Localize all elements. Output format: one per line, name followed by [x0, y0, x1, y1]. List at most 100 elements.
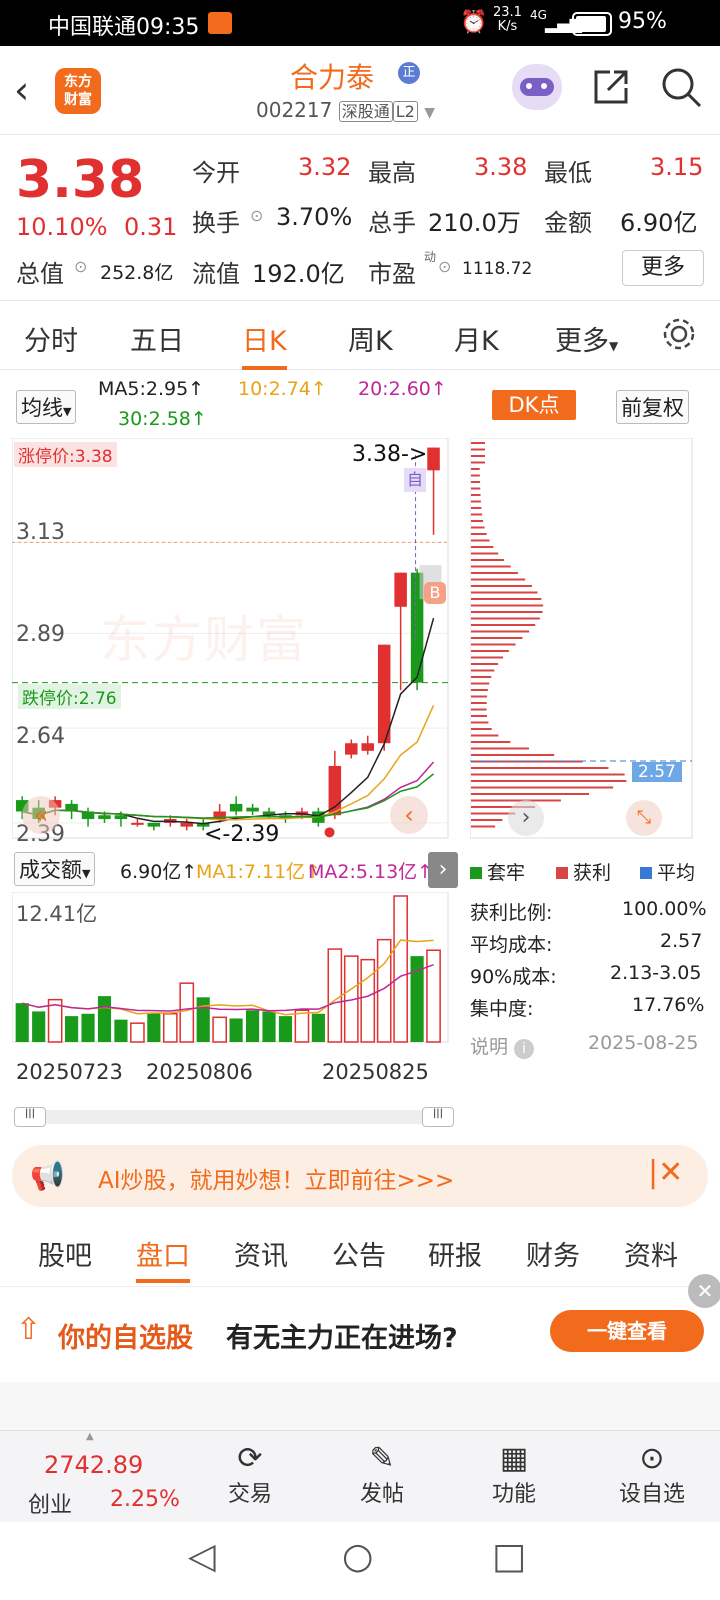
- tab-quotes[interactable]: 盘口: [136, 1234, 190, 1283]
- cost-bar: [471, 552, 499, 555]
- last-price: 3.38: [16, 150, 145, 210]
- scroll-left-icon[interactable]: «: [22, 796, 60, 834]
- volume-bar: [97, 996, 112, 1042]
- tab-announcements[interactable]: 公告: [332, 1234, 386, 1273]
- expand-arrow-icon[interactable]: ›: [428, 852, 458, 888]
- ma-selector[interactable]: 均线▼: [16, 390, 77, 424]
- tab-daily-k[interactable]: 日K: [242, 319, 287, 370]
- tab-more[interactable]: 更多▼: [555, 319, 618, 358]
- tab-news[interactable]: 资讯: [234, 1234, 288, 1273]
- official-badge-icon: 正: [398, 62, 420, 84]
- volume-bar: [179, 982, 195, 1043]
- volume-bar: [114, 1019, 128, 1042]
- tab-weekly-k[interactable]: 周K: [348, 319, 393, 358]
- vol-ma2: MA2:5.13亿↑: [308, 861, 434, 883]
- prev-chevron-icon[interactable]: ‹: [390, 796, 428, 834]
- detail-tabs: 股吧 盘口 资讯 公告 研报 财务 资料: [0, 1222, 720, 1287]
- share-icon[interactable]: [590, 66, 632, 108]
- cost-bar: [471, 585, 532, 587]
- stock-name: 合力泰: [290, 61, 375, 94]
- tab-five-day[interactable]: 五日: [130, 319, 184, 358]
- profit-ratio-value: 100.00%: [622, 898, 707, 920]
- legend-trapped: 套牢: [470, 858, 525, 885]
- nav-trade[interactable]: ⟳ 交易: [222, 1441, 278, 1508]
- back-triangle-icon[interactable]: ◁: [188, 1536, 216, 1577]
- volume-value: 210.0万: [428, 209, 521, 237]
- avg-cost-tag: 2.57: [632, 762, 682, 782]
- ai-robot-icon[interactable]: [512, 64, 562, 110]
- cost-bar: [471, 591, 538, 594]
- explain-link[interactable]: 说明 i: [470, 1032, 535, 1059]
- ma30-value: 30:2.58↑: [118, 408, 207, 430]
- ai-banner[interactable]: 📢 AI炒股，就用妙想！立即前往>>> |✕: [12, 1145, 708, 1207]
- nav-features[interactable]: ▦ 功能: [486, 1441, 542, 1508]
- recents-square-icon[interactable]: □: [492, 1536, 526, 1577]
- cost-bar: [471, 455, 485, 457]
- nav-add-watch-label: 设自选: [618, 1482, 685, 1507]
- bottom-nav: ▲ 2742.89 创业 2.25% ⟳ 交易 ✎ 发帖 ▦ 功能 ⊙ 设自选: [0, 1430, 720, 1523]
- dk-point-button[interactable]: DK点: [492, 390, 576, 420]
- tab-forum[interactable]: 股吧: [38, 1234, 92, 1273]
- cost-bar: [471, 611, 543, 613]
- dropdown-arrow-icon[interactable]: ▼: [424, 105, 435, 121]
- trade-yen-icon: ⟳: [237, 1441, 263, 1476]
- search-icon[interactable]: [660, 66, 704, 110]
- close-icon[interactable]: ✕: [688, 1274, 720, 1308]
- tab-research[interactable]: 研报: [428, 1234, 482, 1273]
- cost-bar: [471, 786, 614, 789]
- promo-highlight: 你的自选股: [58, 1323, 193, 1354]
- cost-bar: [471, 513, 483, 516]
- expand-right-icon[interactable]: ›: [508, 800, 544, 836]
- total-cap-value: 252.8亿: [100, 262, 174, 284]
- range-handle-right[interactable]: |||: [422, 1107, 454, 1127]
- nav-add-watch[interactable]: ⊙ 设自选: [612, 1441, 692, 1508]
- ma30-line: [22, 773, 435, 819]
- volume-selector[interactable]: 成交额▼: [14, 852, 96, 886]
- fullscreen-icon[interactable]: ⤡: [626, 800, 662, 836]
- volume-bar: [130, 1022, 145, 1043]
- high-value: 3.38: [474, 153, 528, 181]
- cost-bar: [471, 546, 494, 548]
- promo-card[interactable]: ⇧ 你的自选股 有无主力正在进场? 一键查看 ✕: [0, 1274, 720, 1382]
- more-button[interactable]: 更多: [622, 250, 704, 286]
- nav-post[interactable]: ✎ 发帖: [354, 1441, 410, 1508]
- pe-value: 1118.72: [462, 259, 533, 279]
- tab-monthly-k[interactable]: 月K: [454, 319, 499, 358]
- candle-body: [147, 822, 161, 827]
- candle-body: [180, 822, 194, 827]
- view-now-button[interactable]: 一键查看: [550, 1310, 704, 1352]
- vol-ma1: MA1:7.11亿↑: [196, 861, 322, 883]
- info-icon[interactable]: ⊙: [250, 206, 263, 225]
- cost-bar: [471, 708, 487, 711]
- range-scrollbar[interactable]: ||| |||: [14, 1107, 454, 1127]
- info-icon[interactable]: ⊙: [74, 257, 87, 276]
- adjust-button[interactable]: 前复权: [616, 390, 689, 424]
- ma-selector-label: 均线: [21, 396, 63, 420]
- candle-body: [229, 803, 243, 812]
- change-percent: 10.10%: [16, 213, 108, 241]
- back-arrow-icon[interactable]: ‹: [14, 68, 29, 112]
- trapped-swatch: [470, 867, 482, 879]
- cost-bar: [471, 565, 511, 568]
- close-icon[interactable]: |✕: [648, 1155, 683, 1190]
- cost-bar: [471, 721, 489, 724]
- net-speed: 23.1: [493, 5, 522, 20]
- cost-bar: [471, 520, 484, 522]
- tab-intraday[interactable]: 分时: [24, 319, 78, 358]
- cost-bar: [471, 643, 516, 646]
- candle-body: [394, 572, 407, 607]
- legend-profit: 获利: [556, 858, 611, 885]
- settings-gear-icon[interactable]: [660, 315, 698, 353]
- range-handle-left[interactable]: |||: [14, 1107, 46, 1127]
- tab-profile[interactable]: 资料: [624, 1234, 678, 1273]
- volume-bar: [294, 1009, 310, 1043]
- index-value[interactable]: 2742.89: [44, 1451, 143, 1479]
- legend-profit-label: 获利: [573, 862, 612, 884]
- info-icon[interactable]: ⊙: [438, 257, 451, 276]
- home-circle-icon[interactable]: ○: [342, 1536, 373, 1577]
- index-change: 2.25%: [110, 1487, 180, 1512]
- cost-bar: [471, 448, 485, 451]
- cost-bar: [471, 767, 609, 769]
- turnover-value: 3.70%: [276, 203, 353, 231]
- tab-financials[interactable]: 财务: [526, 1234, 580, 1273]
